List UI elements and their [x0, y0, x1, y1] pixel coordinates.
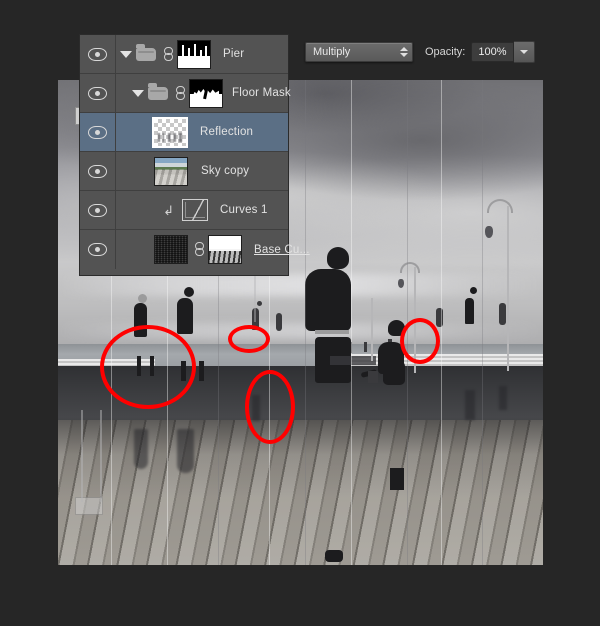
layer-row-floor-mask[interactable]: Floor Mask — [80, 74, 288, 113]
curves-adjustment-icon[interactable] — [182, 199, 208, 221]
lamp-post — [371, 298, 373, 361]
person-head — [470, 287, 477, 294]
layer-thumbnail[interactable] — [152, 117, 188, 148]
person-reflection — [252, 395, 260, 421]
person-silhouette — [499, 303, 506, 325]
layer-name-label: Floor Mask — [232, 87, 291, 99]
child-backpack — [383, 361, 405, 385]
pier-sheet-seam — [441, 80, 442, 565]
opacity-input[interactable]: 100% — [471, 42, 513, 62]
layers-panel[interactable]: Pier Floor Mask Reflection Sk — [80, 35, 288, 275]
person-reflection — [134, 429, 148, 469]
blend-mode-value: Multiply — [313, 46, 350, 58]
layer-name-label: Sky copy — [201, 165, 249, 177]
layer-row-body[interactable]: ↳ Curves 1 — [116, 191, 288, 229]
triangle-down-icon[interactable] — [132, 90, 144, 97]
layer-name-label: Pier — [223, 48, 244, 60]
child-head — [388, 320, 405, 336]
pier-sheet-seam — [482, 80, 483, 565]
layer-name-label: Curves 1 — [220, 204, 268, 216]
main-adult-head — [327, 247, 349, 269]
layer-visibility-toggle-reflection[interactable] — [80, 113, 116, 151]
sign-post-reflection — [100, 410, 102, 502]
main-adult-shirt-hem — [315, 330, 349, 334]
link-icon[interactable] — [164, 47, 173, 62]
person-reflection — [465, 390, 475, 420]
pier-sheet-seam — [407, 80, 408, 565]
link-icon[interactable] — [195, 242, 204, 257]
layer-row-body[interactable]: Reflection — [116, 113, 288, 151]
layer-mask-thumbnail[interactable] — [208, 235, 242, 264]
sky-streak — [58, 323, 543, 339]
folder-icon — [148, 87, 168, 100]
sign-post-reflection — [81, 410, 83, 502]
layer-options-bar: Multiply Opacity: 100% — [305, 41, 535, 63]
eye-icon — [88, 204, 107, 217]
clipping-mask-arrow-icon: ↳ — [162, 204, 174, 217]
person-reflection — [177, 429, 194, 473]
layer-mask-thumbnail[interactable] — [189, 79, 223, 108]
blend-mode-spinner-icon[interactable] — [400, 47, 408, 57]
person-head — [257, 301, 262, 306]
eye-icon — [88, 126, 107, 139]
deck-structure — [368, 371, 378, 383]
pier-sheet-seam — [351, 80, 352, 565]
layer-row-reflection[interactable]: Reflection — [80, 113, 288, 152]
person-silhouette — [436, 308, 443, 327]
layer-visibility-toggle-curves-1[interactable] — [80, 191, 116, 229]
person-silhouette — [364, 342, 367, 352]
opacity-dropdown-button[interactable] — [514, 41, 535, 63]
layer-row-pier[interactable]: Pier — [80, 35, 288, 74]
layer-row-body[interactable]: Pier — [116, 35, 288, 73]
layer-row-base-cu[interactable]: Base Cu... — [80, 230, 288, 269]
pier-sheet-seam — [305, 80, 306, 565]
layer-mask-thumbnail[interactable] — [177, 40, 211, 69]
layer-name-label: Reflection — [200, 126, 253, 138]
lamp-post — [507, 206, 509, 371]
person-legs — [137, 356, 141, 376]
main-adult-body — [305, 269, 351, 331]
lamp-bulb — [485, 226, 493, 238]
layer-thumbnail[interactable] — [154, 235, 188, 264]
person-legs — [150, 356, 154, 376]
person-head — [184, 287, 194, 297]
eye-icon — [88, 87, 107, 100]
deck-shading — [58, 420, 543, 498]
person-legs — [199, 361, 204, 381]
layer-visibility-toggle-base-cu[interactable] — [80, 230, 116, 269]
person-silhouette — [134, 303, 147, 337]
layer-row-body[interactable]: Base Cu... — [116, 230, 310, 269]
eye-icon — [88, 48, 107, 61]
person-silhouette — [177, 298, 193, 334]
layer-visibility-toggle-sky-copy[interactable] — [80, 152, 116, 190]
layer-thumbnail[interactable] — [154, 157, 188, 186]
layer-row-body[interactable]: Sky copy — [116, 152, 288, 190]
person-head — [138, 294, 147, 303]
folder-icon — [136, 48, 156, 61]
blend-mode-select[interactable]: Multiply — [305, 42, 413, 62]
child-legs — [390, 468, 404, 490]
lamp-bulb — [398, 279, 404, 288]
eye-icon — [88, 243, 107, 256]
main-adult-shoe — [325, 550, 343, 562]
triangle-down-icon[interactable] — [120, 51, 132, 58]
layer-row-curves-1[interactable]: ↳ Curves 1 — [80, 191, 288, 230]
person-legs — [181, 361, 186, 381]
eye-icon — [88, 165, 107, 178]
person-reflection — [499, 386, 507, 410]
chevron-down-icon — [520, 50, 528, 54]
layer-visibility-toggle-pier[interactable] — [80, 35, 116, 73]
layer-row-sky-copy[interactable]: Sky copy — [80, 152, 288, 191]
layer-row-body[interactable]: Floor Mask — [116, 74, 291, 112]
person-silhouette — [276, 313, 282, 331]
deck-structure — [330, 356, 376, 365]
lamp-post — [414, 267, 416, 374]
opacity-label: Opacity: — [425, 46, 465, 58]
layer-name-label: Base Cu... — [254, 244, 310, 256]
link-icon[interactable] — [176, 86, 185, 101]
person-silhouette — [465, 298, 474, 324]
layer-visibility-toggle-floor-mask[interactable] — [80, 74, 116, 112]
